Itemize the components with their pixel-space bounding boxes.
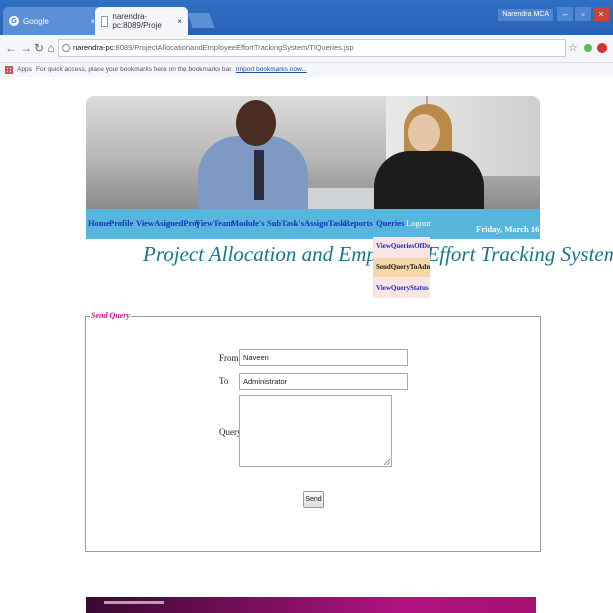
menu-item-home[interactable]: Home xyxy=(88,218,110,228)
menu-item-assigntask[interactable]: AssignTask xyxy=(304,218,345,228)
footer-decoration xyxy=(104,601,164,604)
tab-title: Google xyxy=(23,16,49,26)
menu-item-subtasks[interactable]: SubTask's xyxy=(267,218,304,228)
window-controls: – ▫ × xyxy=(557,7,609,21)
url-path: :8089/ProjectAllocationandEmployeeEffort… xyxy=(113,43,354,52)
new-tab-button[interactable] xyxy=(187,13,215,28)
window-user-badge[interactable]: Narendra MCA xyxy=(498,9,553,21)
close-tab-icon[interactable]: × xyxy=(177,17,182,26)
menu-item-queries[interactable]: Queries xyxy=(376,218,404,228)
apps-label[interactable]: Apps xyxy=(17,63,32,77)
apps-icon[interactable] xyxy=(5,66,13,74)
address-bar[interactable]: narendra-pc:8089/ProjectAllocationandEmp… xyxy=(58,39,566,57)
menu-item-modules[interactable]: Module's xyxy=(231,218,265,228)
reload-icon[interactable]: ↻ xyxy=(33,42,45,54)
to-field[interactable]: Administrator xyxy=(239,373,408,390)
dropdown-item-viewquerystatus[interactable]: ViewQueryStatus xyxy=(373,279,430,298)
banner-tie xyxy=(254,150,264,200)
maximize-icon[interactable]: ▫ xyxy=(575,7,591,21)
footer-banner xyxy=(86,597,536,613)
url-host: narendra-pc xyxy=(73,43,114,52)
tab-google[interactable]: G Google × xyxy=(3,7,101,35)
bookmark-star-icon[interactable]: ☆ xyxy=(568,41,578,54)
browser-titlebar: G Google × narendra-pc:8089/Proje × Nare… xyxy=(0,0,613,35)
banner-person-man-head xyxy=(236,100,276,146)
from-field[interactable]: Naveen xyxy=(239,349,408,366)
close-window-icon[interactable]: × xyxy=(593,7,609,21)
current-date: Friday, March 16 xyxy=(476,224,540,234)
bookmarks-message: For quick access, place your bookmarks h… xyxy=(36,63,307,77)
back-icon[interactable]: ← xyxy=(5,42,17,54)
page-icon xyxy=(101,15,109,27)
send-button[interactable]: Send xyxy=(303,491,324,508)
bookmarks-bar: Apps For quick access, place your bookma… xyxy=(0,63,613,77)
tab-title: narendra-pc:8089/Proje xyxy=(112,12,162,30)
google-icon: G xyxy=(9,16,19,26)
page-info-icon[interactable] xyxy=(62,44,70,52)
extension-green-icon[interactable] xyxy=(584,44,592,52)
resize-handle-icon[interactable] xyxy=(384,459,390,465)
banner-person-woman-face xyxy=(408,114,440,152)
minimize-icon[interactable]: – xyxy=(557,7,573,21)
banner-person-man xyxy=(198,136,308,209)
extension-red-icon[interactable] xyxy=(597,43,607,53)
browser-toolbar: ← → ↻ ⌂ narendra-pc:8089/ProjectAllocati… xyxy=(0,35,613,63)
menu-item-logout[interactable]: Logout xyxy=(406,218,431,228)
dropdown-item-sendquerytoadmin[interactable]: SendQueryToAdmin xyxy=(373,258,430,277)
menu-item-viewteam[interactable]: ViewTeam xyxy=(195,218,233,228)
header-banner-image xyxy=(86,96,540,209)
banner-person-woman xyxy=(374,151,484,209)
menu-item-reports[interactable]: Reports xyxy=(344,218,373,228)
dropdown-item-viewqueriesofdev[interactable]: ViewQueriesOfDev xyxy=(373,237,430,256)
main-menu-bar: Home Profile ViewAsignedProj ViewTeam Mo… xyxy=(86,209,540,239)
menu-item-viewasignedproj[interactable]: ViewAsignedProj xyxy=(136,218,199,228)
from-label: From xyxy=(219,353,239,363)
bookmarks-hint: For quick access, place your bookmarks h… xyxy=(36,66,233,73)
forward-icon[interactable]: → xyxy=(20,42,32,54)
queries-dropdown-menu: ViewQueriesOfDev SendQueryToAdmin ViewQu… xyxy=(373,237,430,298)
home-icon[interactable]: ⌂ xyxy=(45,42,57,54)
tab-current-page[interactable]: narendra-pc:8089/Proje × xyxy=(95,7,188,35)
to-label: To xyxy=(219,376,229,386)
query-textarea[interactable] xyxy=(239,395,392,467)
menu-item-profile[interactable]: Profile xyxy=(109,218,133,228)
send-query-legend: Send Query xyxy=(90,311,131,320)
import-bookmarks-link[interactable]: Import bookmarks now... xyxy=(236,66,307,73)
